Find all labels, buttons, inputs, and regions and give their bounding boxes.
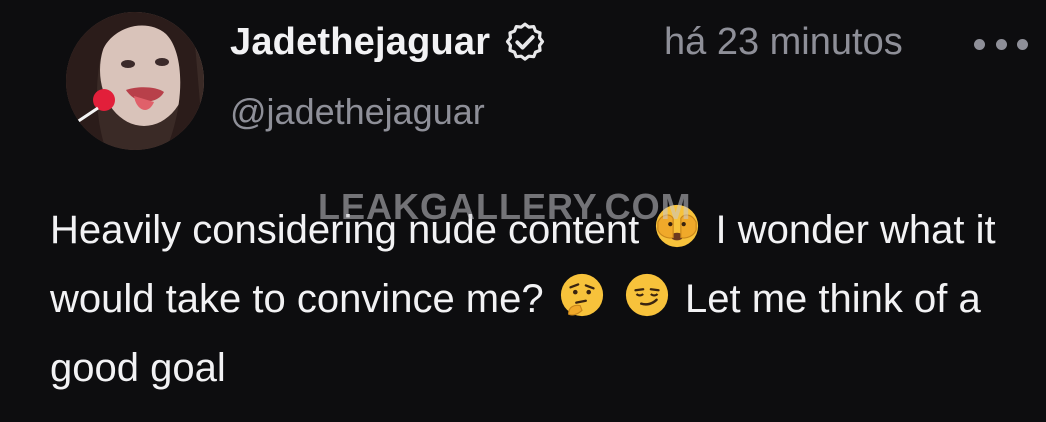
more-dot — [1017, 38, 1028, 50]
thinking-face-icon — [560, 273, 603, 317]
verified-badge-icon — [506, 22, 545, 61]
avatar[interactable] — [66, 12, 204, 150]
avatar-photo-icon — [66, 12, 204, 150]
more-options-icon[interactable] — [974, 36, 1028, 52]
post-timestamp[interactable]: há 23 minutos — [664, 16, 903, 68]
more-dot — [974, 38, 985, 50]
more-dot — [995, 38, 1007, 50]
post-text-segment: Heavily considering nude content — [50, 208, 640, 252]
post-text: Heavily considering nude content I wonde… — [50, 196, 1030, 403]
smirking-face-icon — [625, 273, 668, 317]
author-handle[interactable]: @jadethejaguar — [230, 88, 485, 136]
post-card: Jadethejaguar há 23 minutos @jadethejagu… — [0, 0, 1046, 422]
face-with-peeking-eye-icon — [656, 204, 699, 248]
author-name-row: Jadethejaguar — [230, 16, 546, 68]
author-display-name[interactable]: Jadethejaguar — [230, 21, 490, 64]
